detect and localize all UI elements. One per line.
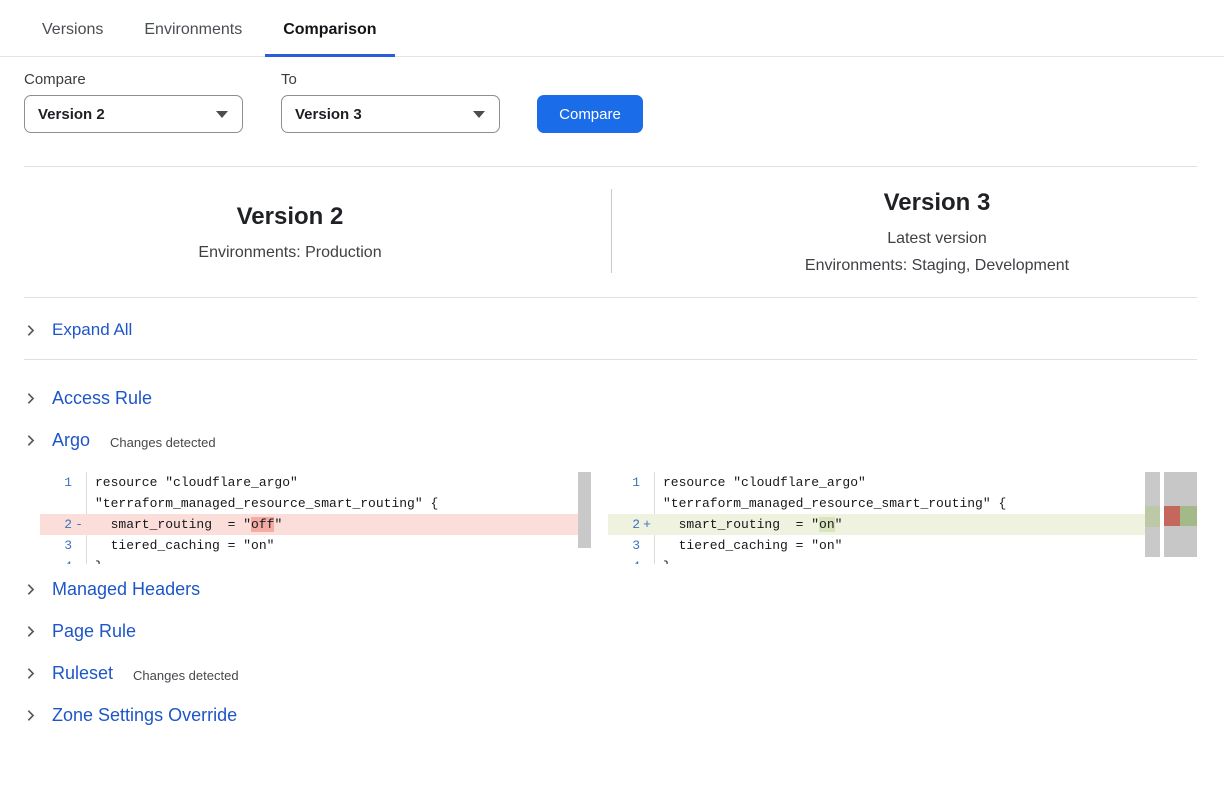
tab-comparison[interactable]: Comparison [281, 21, 378, 56]
section-label: Argo [52, 430, 90, 451]
tab-bar: Versions Environments Comparison [0, 0, 1224, 57]
scrollbar[interactable] [578, 472, 591, 548]
chevron-right-icon [24, 625, 37, 638]
version-headers: Version 2 Environments: Production Versi… [0, 167, 1224, 297]
line-number: 3 [608, 535, 640, 556]
diff-line: 3 tiered_caching = "on" [608, 535, 1145, 556]
code-text: tiered_caching = "on" [86, 535, 589, 556]
code-text: } [654, 556, 1145, 564]
code-text: } [86, 556, 589, 564]
line-number [608, 493, 640, 514]
tab-versions[interactable]: Versions [40, 21, 105, 56]
section-label: Managed Headers [52, 579, 200, 600]
section-argo[interactable]: Argo Changes detected [24, 427, 1224, 454]
diff-line-added: 2+ smart_routing = "on" [608, 514, 1145, 535]
minimap-removed-mark [1164, 506, 1180, 526]
section-ruleset[interactable]: Ruleset Changes detected [24, 660, 1224, 687]
section-label: Page Rule [52, 621, 136, 642]
diff-line-wrap: "terraform_managed_resource_smart_routin… [40, 493, 589, 514]
tab-environments[interactable]: Environments [142, 21, 244, 56]
code-text: tiered_caching = "on" [654, 535, 1145, 556]
code-text: "terraform_managed_resource_smart_routin… [654, 493, 1145, 514]
code-text: resource "cloudflare_argo" [654, 472, 1145, 493]
comparison-sections: Access Rule Argo Changes detected 1 resou… [0, 360, 1224, 729]
line-number: 4 [40, 556, 72, 564]
section-label: Zone Settings Override [52, 705, 237, 726]
minimap-added-mark [1180, 506, 1197, 526]
line-number: 1 [40, 472, 72, 493]
version-left-header: Version 2 Environments: Production [24, 187, 611, 279]
removed-word: off [251, 517, 274, 532]
line-number: 1 [608, 472, 640, 493]
line-number: 2 [608, 514, 640, 535]
line-number [40, 493, 72, 514]
section-zone-settings-override[interactable]: Zone Settings Override [24, 702, 1224, 729]
compare-to-select[interactable]: Version 3 [281, 95, 500, 133]
compare-to-value: Version 3 [295, 106, 362, 123]
version-left-environments: Environments: Production [24, 239, 556, 266]
dropdown-caret-icon [216, 111, 228, 118]
diff-line: 1 resource "cloudflare_argo" [608, 472, 1145, 493]
section-access-rule[interactable]: Access Rule [24, 385, 1224, 412]
scrollbar-change-tint [1145, 506, 1160, 527]
code-text: smart_routing = "on" [654, 514, 1145, 535]
version-right-header: Version 3 Latest version Environments: S… [612, 187, 1197, 279]
diff-line-wrap: "terraform_managed_resource_smart_routin… [608, 493, 1145, 514]
version-right-title: Version 3 [677, 189, 1197, 217]
removed-sign: - [72, 514, 86, 535]
chevron-right-icon [24, 324, 37, 337]
diff-line: 4} [608, 556, 1145, 564]
version-left-title: Version 2 [24, 203, 556, 231]
diff-line: 4} [40, 556, 589, 564]
argo-diff-viewer: 1 resource "cloudflare_argo" "terraform_m… [40, 472, 1197, 564]
diff-panel-left: 1 resource "cloudflare_argo" "terraform_m… [40, 472, 595, 564]
compare-button[interactable]: Compare [537, 95, 643, 133]
dropdown-caret-icon [473, 111, 485, 118]
line-number: 3 [40, 535, 72, 556]
compare-to-label: To [281, 71, 500, 88]
section-page-rule[interactable]: Page Rule [24, 618, 1224, 645]
chevron-right-icon [24, 583, 37, 596]
diff-overview-ruler[interactable] [1164, 472, 1197, 557]
changes-badge: Changes detected [133, 665, 239, 683]
compare-from-value: Version 2 [38, 106, 105, 123]
expand-all-label: Expand All [52, 320, 132, 340]
diff-panel-right: 1 resource "cloudflare_argo" "terraform_m… [608, 472, 1197, 564]
code-text: "terraform_managed_resource_smart_routin… [86, 493, 589, 514]
added-sign: + [640, 514, 654, 535]
compare-from-label: Compare [24, 71, 243, 88]
scrollbar[interactable] [1145, 472, 1160, 557]
chevron-right-icon [24, 709, 37, 722]
code-text: smart_routing = "off" [86, 514, 589, 535]
chevron-right-icon [24, 434, 37, 447]
diff-line: 1 resource "cloudflare_argo" [40, 472, 589, 493]
section-managed-headers[interactable]: Managed Headers [24, 576, 1224, 603]
section-label: Ruleset [52, 663, 113, 684]
compare-form: Compare Version 2 To Version 3 Compare [0, 57, 1224, 133]
code-text: resource "cloudflare_argo" [86, 472, 589, 493]
section-label: Access Rule [52, 388, 152, 409]
compare-from-select[interactable]: Version 2 [24, 95, 243, 133]
expand-all-button[interactable]: Expand All [0, 298, 1224, 359]
chevron-right-icon [24, 667, 37, 680]
changes-badge: Changes detected [110, 432, 216, 450]
diff-line: 3 tiered_caching = "on" [40, 535, 589, 556]
version-right-environments: Environments: Staging, Development [677, 252, 1197, 279]
line-number: 2 [40, 514, 72, 535]
chevron-right-icon [24, 392, 37, 405]
version-right-latest-label: Latest version [677, 225, 1197, 252]
diff-line-removed: 2- smart_routing = "off" [40, 514, 589, 535]
line-number: 4 [608, 556, 640, 564]
added-word: on [819, 517, 835, 532]
